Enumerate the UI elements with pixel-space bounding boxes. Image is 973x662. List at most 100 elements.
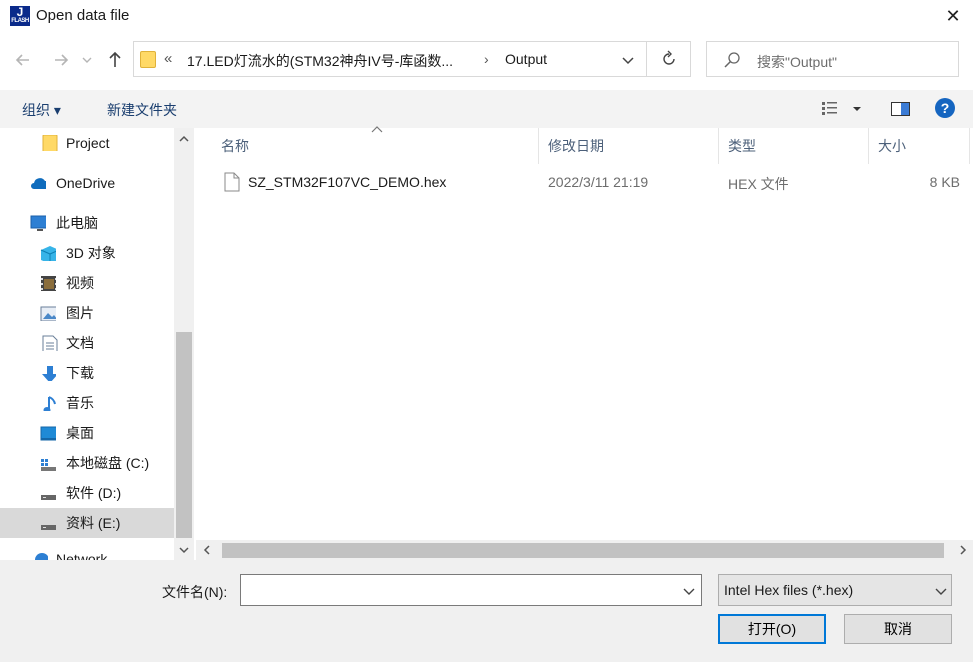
breadcrumb-item-project[interactable]: 17.LED灯流水的(STM32神舟IV号-库函数... bbox=[187, 51, 453, 71]
nav-item-label: 音乐 bbox=[66, 395, 94, 411]
chevron-down-icon bbox=[935, 588, 947, 595]
preview-pane-button[interactable] bbox=[890, 99, 912, 119]
filename-label: 文件名(N): bbox=[162, 584, 228, 600]
scroll-right-button[interactable] bbox=[956, 543, 970, 557]
forward-arrow-icon bbox=[55, 54, 69, 66]
help-button[interactable]: ? bbox=[934, 97, 956, 119]
refresh-button[interactable] bbox=[647, 41, 691, 77]
nav-item-network[interactable]: Network bbox=[0, 544, 174, 560]
help-icon: ? bbox=[935, 98, 955, 118]
nav-item-label: 本地磁盘 (C:) bbox=[66, 455, 150, 471]
computer-icon bbox=[30, 215, 46, 231]
nav-item-label: 图片 bbox=[66, 305, 94, 321]
nav-item-drive-e[interactable]: 资料 (E:) bbox=[0, 508, 174, 538]
navigation-pane: Project OneDrive 此电脑 3D 对象 视频 图片 文档 下载 音… bbox=[0, 128, 194, 560]
view-options-button[interactable] bbox=[820, 99, 866, 119]
nav-item-label: 文档 bbox=[66, 335, 94, 351]
file-type-select[interactable]: Intel Hex files (*.hex) bbox=[718, 574, 952, 606]
scroll-down-button[interactable] bbox=[176, 543, 192, 557]
file-modified: 2022/3/11 21:19 bbox=[548, 174, 649, 190]
horizontal-scrollbar-thumb[interactable] bbox=[222, 543, 944, 558]
search-input[interactable]: 搜索"Output" bbox=[706, 41, 959, 77]
nav-item-label: 视频 bbox=[66, 275, 94, 291]
address-dropdown-button[interactable] bbox=[619, 48, 637, 72]
scroll-up-button[interactable] bbox=[176, 132, 192, 146]
nav-item-label: 3D 对象 bbox=[66, 245, 116, 261]
nav-item-onedrive[interactable]: OneDrive bbox=[0, 168, 174, 198]
network-icon bbox=[35, 553, 48, 560]
search-placeholder: 搜索"Output" bbox=[757, 54, 837, 70]
breadcrumb-overflow[interactable]: « bbox=[164, 50, 172, 67]
chevron-down-icon bbox=[622, 57, 634, 65]
chevron-up-icon bbox=[179, 135, 189, 142]
breadcrumb-separator-icon[interactable]: › bbox=[484, 51, 489, 67]
folder-icon bbox=[42, 135, 58, 151]
file-row[interactable]: SZ_STM32F107VC_DEMO.hex 2022/3/11 21:19 … bbox=[216, 168, 973, 198]
back-button[interactable] bbox=[12, 47, 34, 73]
nav-item-music[interactable]: 音乐 bbox=[0, 388, 174, 418]
nav-item-label: 此电脑 bbox=[56, 215, 98, 231]
folder-icon bbox=[140, 50, 156, 68]
svg-text:?: ? bbox=[941, 100, 950, 116]
chevron-down-icon bbox=[82, 57, 92, 63]
nav-item-label: Project bbox=[66, 135, 110, 151]
file-icon bbox=[224, 172, 240, 192]
nav-item-label: 软件 (D:) bbox=[66, 485, 122, 501]
command-bar: 组织 ▾ 新建文件夹 ? bbox=[0, 90, 973, 128]
nav-item-videos[interactable]: 视频 bbox=[0, 268, 174, 298]
nav-item-pictures[interactable]: 图片 bbox=[0, 298, 174, 328]
app-icon-letter: J bbox=[16, 5, 24, 19]
nav-item-label: 资料 (E:) bbox=[66, 515, 121, 531]
up-button[interactable] bbox=[104, 47, 126, 73]
up-arrow-icon bbox=[109, 51, 121, 67]
nav-item-drive-c[interactable]: 本地磁盘 (C:) bbox=[0, 448, 174, 478]
column-divider[interactable] bbox=[538, 128, 539, 164]
nav-item-this-pc[interactable]: 此电脑 bbox=[0, 208, 174, 238]
nav-item-3d-objects[interactable]: 3D 对象 bbox=[0, 238, 174, 268]
nav-item-downloads[interactable]: 下载 bbox=[0, 358, 174, 388]
nav-item-project[interactable]: Project bbox=[0, 128, 174, 158]
file-type-selected: Intel Hex files (*.hex) bbox=[724, 582, 854, 598]
document-icon bbox=[42, 335, 58, 351]
file-name[interactable]: SZ_STM32F107VC_DEMO.hex bbox=[248, 174, 446, 190]
column-divider[interactable] bbox=[868, 128, 869, 164]
file-size: 8 KB bbox=[929, 174, 960, 190]
column-header-name[interactable]: 名称 bbox=[221, 128, 249, 164]
scroll-left-button[interactable] bbox=[200, 543, 214, 557]
app-icon: J FLASH bbox=[10, 6, 30, 26]
breadcrumb-item-output[interactable]: Output bbox=[505, 51, 547, 67]
forward-button[interactable] bbox=[50, 47, 72, 73]
chevron-down-icon bbox=[179, 547, 189, 554]
new-folder-button[interactable]: 新建文件夹 bbox=[107, 100, 177, 120]
app-icon-sub: FLASH bbox=[11, 18, 29, 24]
drive-icon bbox=[41, 525, 56, 530]
nav-item-drive-d[interactable]: 软件 (D:) bbox=[0, 478, 174, 508]
window-title: Open data file bbox=[36, 7, 130, 24]
preview-pane-icon bbox=[891, 102, 910, 116]
column-header-type[interactable]: 类型 bbox=[728, 128, 756, 164]
cube-icon bbox=[40, 246, 56, 261]
nav-scrollbar-thumb[interactable] bbox=[176, 332, 192, 538]
view-details-icon bbox=[822, 102, 861, 115]
column-header-modified[interactable]: 修改日期 bbox=[548, 128, 604, 164]
column-divider[interactable] bbox=[718, 128, 719, 164]
column-header-size[interactable]: 大小 bbox=[878, 128, 906, 164]
title-bar: J FLASH Open data file ✕ bbox=[0, 0, 973, 32]
organize-button[interactable]: 组织 ▾ bbox=[22, 100, 61, 120]
nav-item-documents[interactable]: 文档 bbox=[0, 328, 174, 358]
file-name-panel: 文件名(N): Intel Hex files (*.hex) 打开(O) 取消 bbox=[0, 560, 973, 662]
recent-locations-button[interactable] bbox=[80, 47, 94, 73]
back-arrow-icon bbox=[15, 54, 29, 66]
column-divider[interactable] bbox=[969, 128, 970, 164]
picture-icon bbox=[40, 306, 56, 321]
video-icon bbox=[41, 276, 56, 291]
desktop-icon bbox=[40, 426, 56, 441]
nav-item-desktop[interactable]: 桌面 bbox=[0, 418, 174, 448]
chevron-down-icon[interactable] bbox=[681, 583, 697, 599]
open-button[interactable]: 打开(O) bbox=[718, 614, 826, 644]
chevron-left-icon bbox=[203, 545, 210, 555]
address-bar[interactable]: « 17.LED灯流水的(STM32神舟IV号-库函数... › Output bbox=[133, 41, 647, 77]
cancel-button[interactable]: 取消 bbox=[844, 614, 952, 644]
filename-input[interactable] bbox=[240, 574, 702, 606]
close-icon[interactable]: ✕ bbox=[940, 4, 966, 28]
